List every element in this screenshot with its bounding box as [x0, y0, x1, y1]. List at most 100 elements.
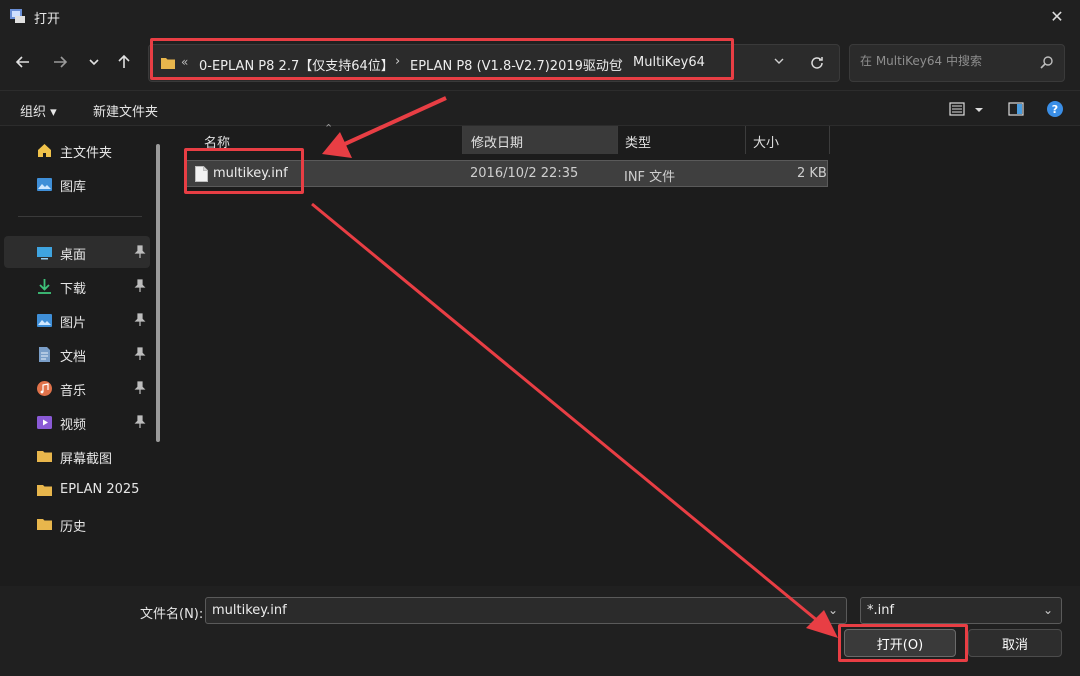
folder-icon [161, 58, 175, 69]
navigation-pane: 主文件夹 图库 桌面 下载 图片 文档 音乐 视频 屏幕截图 EPLAN 202… [0, 126, 170, 586]
navigation-bar: « 0-EPLAN P8 2.7【仅支持64位】 › EPLAN P8 (V1.… [0, 32, 1080, 90]
recent-locations-button[interactable] [82, 50, 106, 74]
breadcrumb-item-multikey64[interactable]: MultiKey64 [633, 55, 705, 70]
pictures-icon [37, 314, 52, 327]
sidebar-divider [18, 216, 142, 217]
open-button[interactable]: 打开(O) [844, 629, 956, 657]
arrow-left-icon [15, 56, 29, 68]
sidebar-item-pictures[interactable]: 图片 [4, 304, 150, 336]
folder-icon [37, 451, 52, 462]
breadcrumb-item-eplan-root[interactable]: 0-EPLAN P8 2.7【仅支持64位】 [199, 55, 394, 74]
back-button[interactable] [11, 50, 35, 74]
refresh-button[interactable] [803, 49, 831, 77]
column-header-type[interactable]: 类型 [617, 126, 745, 154]
file-type-select[interactable]: *.inf ⌄ [860, 597, 1062, 624]
folder-icon [37, 485, 52, 496]
sidebar-item-label: 屏幕截图 [60, 452, 113, 467]
help-icon[interactable]: ? [1046, 100, 1064, 118]
forward-button[interactable] [48, 50, 72, 74]
address-history-dropdown[interactable] [773, 55, 785, 70]
pin-icon[interactable] [134, 313, 146, 327]
sidebar-scrollbar[interactable] [156, 144, 160, 442]
address-bar[interactable]: « 0-EPLAN P8 2.7【仅支持64位】 › EPLAN P8 (V1.… [148, 44, 840, 82]
sidebar-item-label: EPLAN 2025 [60, 482, 140, 497]
sidebar-item-screenshots[interactable]: 屏幕截图 [4, 440, 150, 472]
sidebar-item-videos[interactable]: 视频 [4, 406, 150, 438]
column-header-label: 名称 [204, 136, 231, 151]
column-separator[interactable] [829, 126, 830, 154]
sidebar-item-label: 视频 [60, 418, 87, 433]
sidebar-item-eplan-2025[interactable]: EPLAN 2025 [4, 474, 150, 506]
sidebar-item-label: 桌面 [60, 248, 87, 263]
sidebar-item-label: 图库 [60, 180, 87, 195]
sidebar-item-music[interactable]: 音乐 [4, 372, 150, 404]
column-header-date[interactable]: 修改日期 ⌄ [463, 126, 617, 154]
svg-text:?: ? [1052, 103, 1058, 116]
chevron-right-icon[interactable]: › [395, 54, 400, 69]
desktop-icon [37, 247, 52, 260]
sidebar-item-downloads[interactable]: 下载 [4, 270, 150, 302]
new-folder-button[interactable]: 新建文件夹 [93, 101, 158, 120]
close-button[interactable]: ✕ [1034, 0, 1080, 32]
column-header-name[interactable]: 名称 [196, 126, 462, 154]
sidebar-item-documents[interactable]: 文档 [4, 338, 150, 370]
search-box[interactable] [849, 44, 1065, 82]
arrow-up-icon [118, 54, 130, 68]
file-size: 2 KB [797, 166, 827, 181]
app-icon [10, 9, 25, 23]
filename-label: 文件名(N): [140, 607, 204, 622]
column-header-label: 大小 [753, 136, 780, 151]
chevron-down-icon[interactable]: ⌄ [828, 603, 838, 617]
pin-icon[interactable] [134, 245, 146, 259]
breadcrumb-overflow[interactable]: « [181, 55, 188, 69]
videos-icon [37, 416, 52, 429]
sidebar-item-home[interactable]: 主文件夹 [4, 134, 150, 166]
arrow-right-icon [54, 56, 68, 68]
title-bar: 打开 ✕ [0, 0, 1080, 32]
preview-pane-icon[interactable] [1007, 100, 1025, 118]
view-options-icon[interactable] [948, 100, 966, 118]
sidebar-item-label: 下载 [60, 282, 87, 297]
file-type-value: *.inf [867, 603, 895, 618]
documents-icon [39, 347, 50, 362]
sidebar-item-label: 主文件夹 [60, 146, 113, 161]
music-icon [37, 381, 52, 396]
chevron-down-icon[interactable]: ⌄ [1043, 603, 1053, 617]
up-button[interactable] [112, 50, 136, 74]
file-type: INF 文件 [624, 170, 676, 185]
sidebar-item-history[interactable]: 历史 [4, 508, 150, 540]
sidebar-item-label: 图片 [60, 316, 87, 331]
filename-combobox[interactable]: ⌄ [205, 597, 847, 624]
sidebar-item-gallery[interactable]: 图库 [4, 168, 150, 200]
search-icon [1040, 56, 1053, 69]
file-list: ⌃ 名称 修改日期 ⌄ 类型 大小 multikey.inf 2016/10/2… [172, 122, 1080, 586]
close-icon: ✕ [1050, 6, 1064, 26]
column-header-label: 类型 [625, 136, 652, 151]
file-row[interactable]: multikey.inf 2016/10/2 22:35 INF 文件 2 KB [186, 160, 828, 187]
breadcrumb-item-driver-pack[interactable]: EPLAN P8 (V1.8-V2.7)2019驱动包 [410, 55, 622, 74]
sidebar-item-label: 音乐 [60, 384, 87, 399]
gallery-icon [37, 178, 52, 191]
chevron-down-icon[interactable]: ⌄ [471, 132, 611, 145]
pin-icon[interactable] [134, 381, 146, 395]
folder-icon [37, 519, 52, 530]
home-icon [38, 144, 51, 157]
column-header-size[interactable]: 大小 [745, 126, 829, 154]
refresh-icon [811, 57, 823, 69]
pin-icon[interactable] [134, 279, 146, 293]
organize-menu[interactable]: 组织 ▾ [20, 101, 57, 120]
pin-icon[interactable] [134, 347, 146, 361]
filename-input[interactable] [212, 603, 812, 618]
chevron-down-icon [774, 58, 784, 64]
sidebar-item-desktop[interactable]: 桌面 [4, 236, 150, 268]
chevron-down-icon[interactable] [972, 100, 986, 118]
pin-icon[interactable] [134, 415, 146, 429]
window-title: 打开 [34, 12, 61, 27]
chevron-right-icon[interactable]: › [618, 54, 623, 69]
cancel-button[interactable]: 取消 [968, 629, 1062, 657]
chevron-down-icon [89, 59, 99, 66]
file-icon [195, 166, 208, 182]
file-name: multikey.inf [213, 166, 288, 181]
file-date: 2016/10/2 22:35 [470, 166, 579, 181]
search-input[interactable] [860, 54, 1030, 68]
